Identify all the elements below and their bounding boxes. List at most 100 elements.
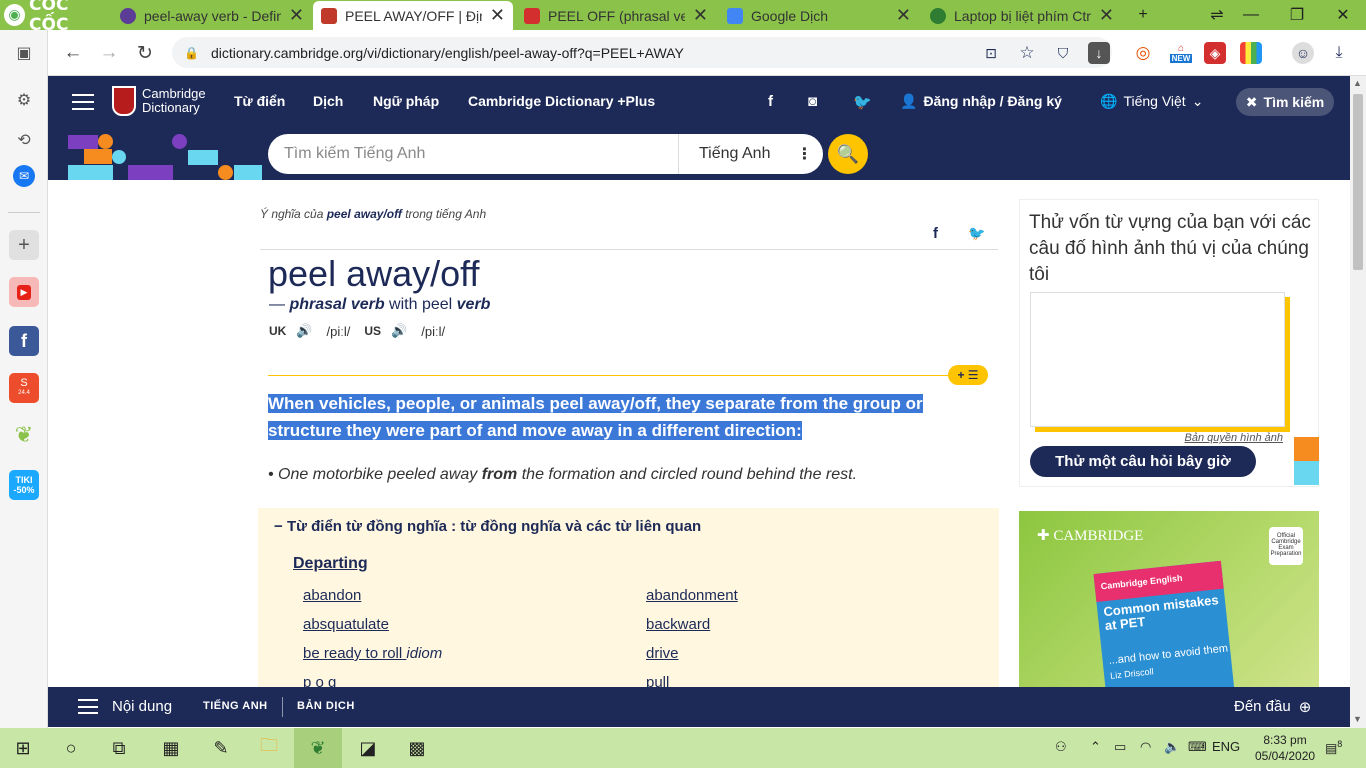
red-extension-icon[interactable]: ◈ bbox=[1204, 42, 1226, 64]
facebook-icon[interactable]: f bbox=[9, 326, 39, 356]
settings-gear-icon[interactable]: ⚙ bbox=[9, 85, 39, 115]
thesaurus-link[interactable]: abandonment bbox=[646, 587, 738, 604]
tab-laptop-ctrl[interactable]: Laptop bị liệt phím Ctrl ✕ bbox=[922, 1, 1122, 30]
contents-menu-icon[interactable] bbox=[78, 699, 98, 714]
color-extension-icon[interactable] bbox=[1240, 42, 1262, 64]
input-language[interactable]: ENG bbox=[1212, 739, 1240, 754]
search-toggle-button[interactable]: ✖ Tìm kiếm bbox=[1236, 88, 1334, 116]
keyboard-icon[interactable]: ⌨ bbox=[1188, 739, 1207, 755]
thesaurus-category[interactable]: Departing bbox=[293, 555, 368, 573]
scroll-up-icon[interactable]: ▲ bbox=[1353, 78, 1362, 88]
translate-page-icon[interactable]: ⊡ bbox=[980, 42, 1002, 64]
coccoc-taskbar-icon[interactable]: ❦ bbox=[305, 735, 331, 761]
forward-button[interactable]: → bbox=[96, 40, 122, 66]
reload-button[interactable]: ↻ bbox=[132, 40, 158, 66]
profile-avatar[interactable]: ☺ bbox=[1292, 42, 1314, 64]
close-tab-icon[interactable]: ✕ bbox=[896, 5, 911, 26]
breadcrumb: Ý nghĩa của peel away/off trong tiếng An… bbox=[260, 207, 487, 221]
file-explorer-icon[interactable]: 🗀 bbox=[256, 735, 282, 761]
advertisement-banner[interactable]: ✚ CAMBRIDGE Official Cambridge Exam Prep… bbox=[1019, 511, 1319, 688]
windows-start-icon[interactable]: ⊞ bbox=[10, 735, 36, 761]
tab-peel-away-verb[interactable]: peel-away verb - Definit ✕ bbox=[112, 1, 312, 30]
tiki-icon[interactable]: TIKI -50% bbox=[9, 470, 39, 500]
minimize-button[interactable]: — bbox=[1228, 0, 1274, 30]
close-tab-icon[interactable]: ✕ bbox=[490, 5, 505, 26]
coccoc-extension-icon[interactable]: ◎ bbox=[1132, 42, 1154, 64]
twitter-icon[interactable]: 🐦 bbox=[853, 93, 872, 111]
new-tab-button[interactable]: + bbox=[1120, 0, 1166, 30]
uk-audio-speaker-icon[interactable]: 🔊 bbox=[296, 323, 312, 339]
new-extension-icon[interactable]: ⌂ NEW bbox=[1166, 42, 1196, 64]
try-quiz-button[interactable]: Thử một câu hỏi bây giờ bbox=[1030, 446, 1256, 477]
thesaurus-link[interactable]: abandon bbox=[303, 587, 361, 604]
battery-icon[interactable]: ▭ bbox=[1114, 739, 1126, 755]
tab-peel-off[interactable]: PEEL OFF (phrasal verb) ✕ bbox=[516, 1, 716, 30]
youtube-icon[interactable]: ▶ bbox=[9, 277, 39, 307]
share-facebook-icon[interactable]: f bbox=[933, 225, 938, 242]
cambridge-logo[interactable]: Cambridge Dictionary bbox=[112, 86, 206, 116]
search-submit-button[interactable]: 🔍 bbox=[828, 134, 868, 174]
coccoc-leaf-icon[interactable]: ❦ bbox=[9, 420, 39, 450]
tab-translation[interactable]: BẢN DỊCH bbox=[297, 700, 355, 712]
shopee-icon[interactable]: S 24.4 bbox=[9, 373, 39, 403]
add-to-wordlist-button[interactable]: + ☰ bbox=[948, 365, 988, 385]
thesaurus-link[interactable]: backward bbox=[646, 616, 710, 633]
share-twitter-icon[interactable]: 🐦 bbox=[968, 225, 985, 242]
us-audio-speaker-icon[interactable]: 🔊 bbox=[391, 323, 407, 339]
nav-grammar[interactable]: Ngữ pháp bbox=[373, 93, 439, 109]
search-circle-icon[interactable]: ○ bbox=[58, 735, 84, 761]
close-tab-icon[interactable]: ✕ bbox=[693, 5, 708, 26]
tray-chevron-up-icon[interactable]: ⌃ bbox=[1090, 739, 1101, 755]
quiz-image[interactable] bbox=[1030, 292, 1285, 427]
messenger-icon[interactable]: ✉ bbox=[13, 165, 35, 187]
shield-icon[interactable]: ⛉ bbox=[1052, 42, 1074, 64]
bookmark-star-icon[interactable]: ☆ bbox=[1016, 42, 1038, 64]
close-window-button[interactable]: ✕ bbox=[1320, 0, 1366, 30]
back-to-top-link[interactable]: Đến đầu ⊕ bbox=[1234, 698, 1311, 716]
thesaurus-link[interactable]: drive bbox=[646, 645, 679, 662]
maximize-button[interactable]: ❐ bbox=[1274, 0, 1320, 30]
app-icon[interactable]: ▦ bbox=[158, 735, 184, 761]
coccoc-brand[interactable]: ◉ CỐC CỐC bbox=[4, 0, 110, 35]
history-icon[interactable]: ⟲ bbox=[9, 125, 39, 155]
wifi-icon[interactable]: ◠ bbox=[1140, 739, 1151, 755]
nav-plus[interactable]: Cambridge Dictionary +Plus bbox=[468, 93, 655, 109]
app-taskbar-icon[interactable]: ▩ bbox=[404, 735, 430, 761]
search-input[interactable]: Tìm kiếm Tiếng Anh bbox=[268, 145, 678, 163]
close-tab-icon[interactable]: ✕ bbox=[289, 5, 304, 26]
sticky-notes-icon[interactable]: ◪ bbox=[355, 735, 381, 761]
back-button[interactable]: ← bbox=[60, 40, 86, 66]
scroll-down-icon[interactable]: ▼ bbox=[1353, 714, 1362, 724]
tab-peel-away-off[interactable]: PEEL AWAY/OFF | Định n ✕ bbox=[313, 1, 513, 30]
hamburger-menu-icon[interactable] bbox=[72, 94, 94, 110]
tab-english[interactable]: TIẾNG ANH bbox=[203, 700, 268, 712]
thesaurus-title[interactable]: − Từ điển từ đồng nghĩa : từ đồng nghĩa … bbox=[274, 518, 701, 535]
sidebar-toggle-icon[interactable]: ▣ bbox=[9, 38, 39, 68]
thesaurus-link[interactable]: be ready to roll idiom bbox=[303, 645, 442, 662]
login-link[interactable]: 👤 Đăng nhập / Đăng ký bbox=[900, 93, 1062, 110]
downloads-icon[interactable]: ⤓ bbox=[1328, 42, 1350, 64]
contents-link[interactable]: Nội dung bbox=[112, 698, 172, 715]
nav-dictionary[interactable]: Từ điển bbox=[234, 93, 285, 109]
thesaurus-link[interactable]: absquatulate bbox=[303, 616, 389, 633]
system-clock[interactable]: 8:33 pm 05/04/2020 bbox=[1255, 732, 1315, 764]
nav-translate[interactable]: Dịch bbox=[313, 93, 343, 109]
paint-icon[interactable]: ✎ bbox=[208, 735, 234, 761]
facebook-icon[interactable]: f bbox=[768, 93, 773, 110]
close-tab-icon[interactable]: ✕ bbox=[1099, 5, 1114, 26]
image-credit-link[interactable]: Bản quyền hình ảnh bbox=[1185, 432, 1283, 444]
add-app-icon[interactable]: + bbox=[9, 230, 39, 260]
scrollbar-thumb[interactable] bbox=[1353, 94, 1363, 270]
download-page-icon[interactable]: ↓ bbox=[1088, 42, 1110, 64]
volume-icon[interactable]: 🔈 bbox=[1164, 739, 1180, 755]
people-icon[interactable]: ⚇ bbox=[1055, 739, 1067, 755]
language-selector[interactable]: 🌐 Tiếng Việt ⌄ bbox=[1100, 93, 1203, 110]
dictionary-language-select[interactable]: Tiếng Anh ⋮ bbox=[678, 134, 823, 174]
url-bar[interactable]: 🔒 dictionary.cambridge.org/vi/dictionary… bbox=[172, 37, 1112, 68]
notification-center-icon[interactable]: ▤8 bbox=[1325, 739, 1342, 756]
instagram-icon[interactable]: ◙ bbox=[808, 93, 817, 110]
task-view-icon[interactable]: ⧉ bbox=[106, 735, 132, 761]
tab-google-translate[interactable]: Google Dịch ✕ bbox=[719, 1, 919, 30]
page-scrollbar[interactable]: ▲ ▼ bbox=[1350, 76, 1366, 728]
user-icon: 👤 bbox=[900, 93, 918, 109]
